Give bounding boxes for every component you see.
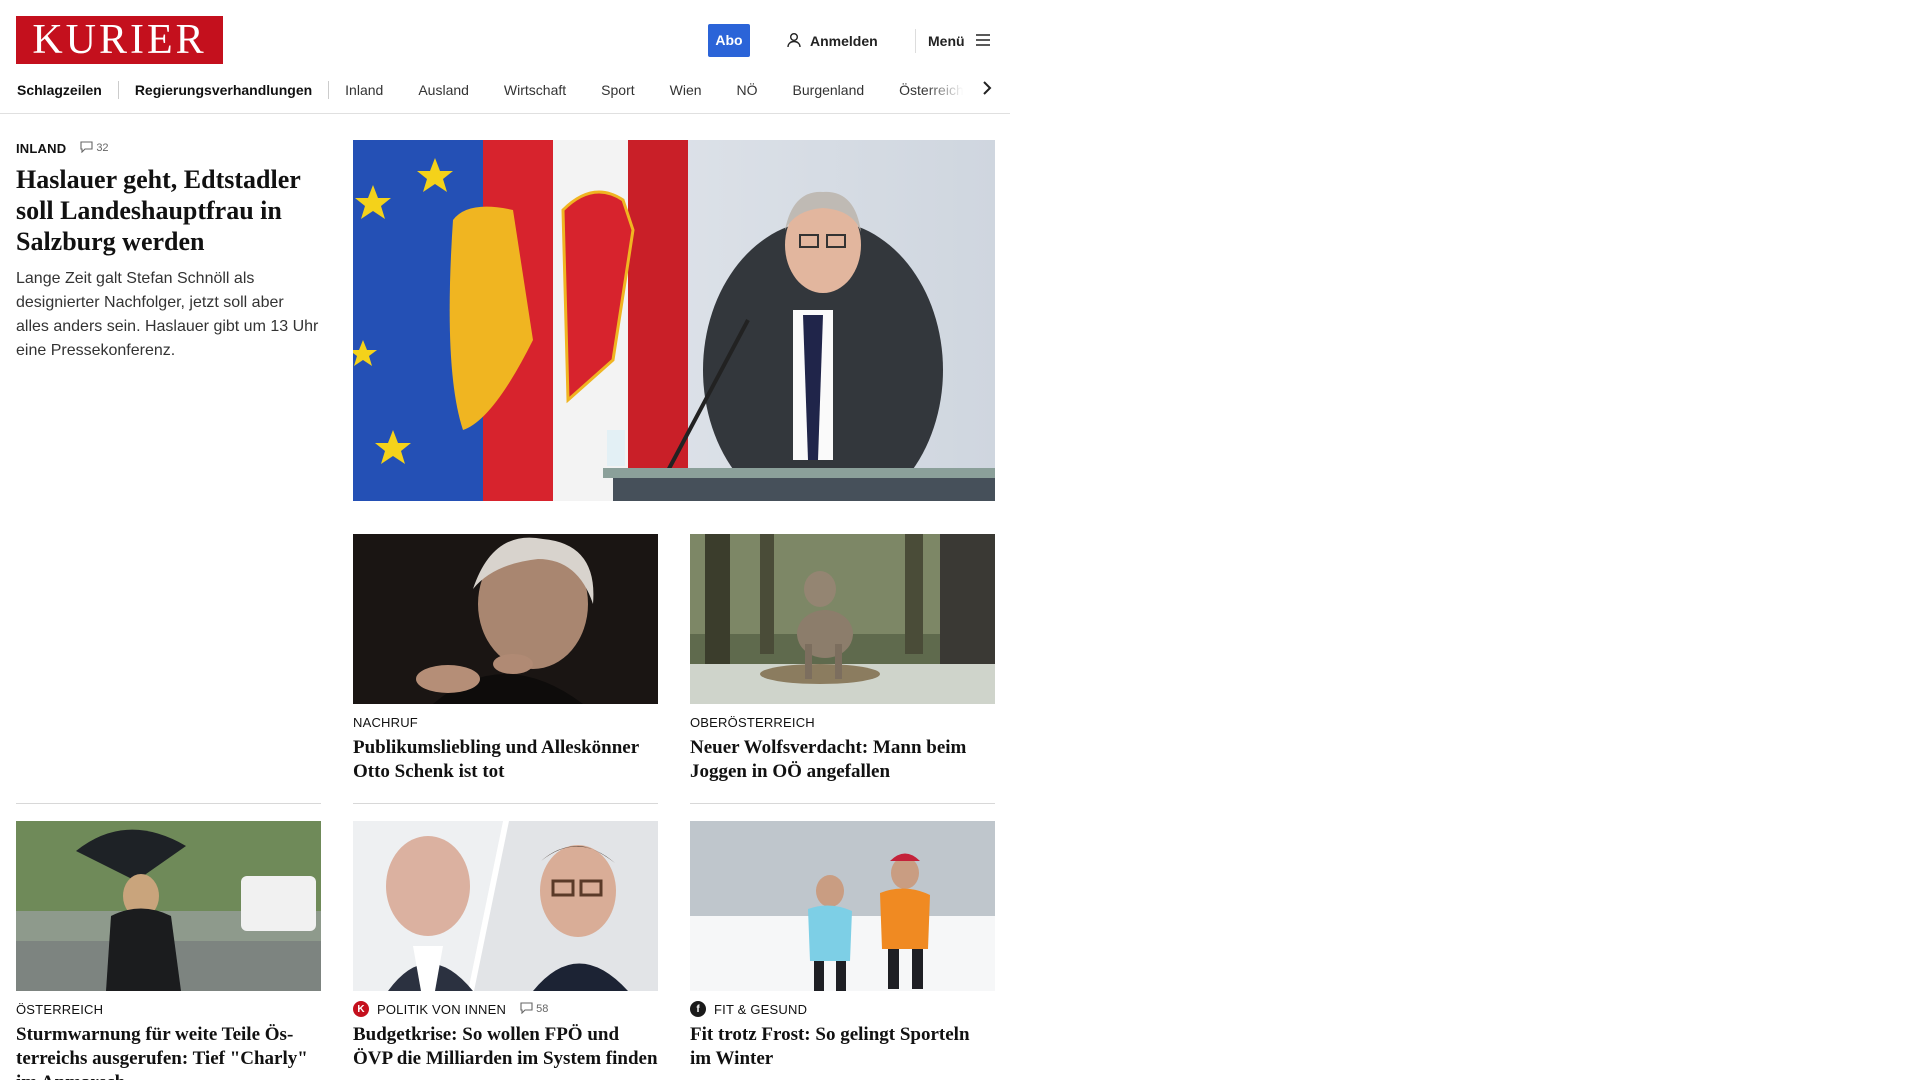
lead-teaser: Lange Zeit galt Stefan Schnöll als desig… bbox=[16, 270, 319, 359]
article-headline[interactable]: Neuer Wolfsverdacht: Mann beim Joggen in… bbox=[690, 736, 995, 784]
article-card[interactable]: f FIT & GESUND Fit trotz Frost: So gelin… bbox=[690, 821, 995, 1071]
article-kicker[interactable]: FIT & GESUND bbox=[714, 1002, 807, 1017]
comment-icon bbox=[520, 1001, 533, 1017]
nav-item-noe[interactable]: NÖ bbox=[737, 82, 793, 98]
nav-item-sport[interactable]: Sport bbox=[601, 82, 669, 98]
article-image[interactable] bbox=[353, 534, 658, 704]
lead-article[interactable]: INLAND 32 Haslauer geht, Edtstadler soll… bbox=[16, 138, 321, 363]
nav-item-burgenland[interactable]: Burgenland bbox=[793, 82, 900, 98]
article-image[interactable] bbox=[690, 534, 995, 704]
user-icon bbox=[786, 32, 802, 51]
login-button[interactable]: Anmelden bbox=[786, 29, 878, 53]
k-badge-icon: K bbox=[353, 1001, 369, 1017]
article-card[interactable]: K POLITIK VON INNEN 58 Budgetkrise: So w… bbox=[353, 821, 658, 1071]
abo-button[interactable]: Abo bbox=[708, 24, 750, 57]
nav-item-regierungsverhandlungen[interactable]: Regierungsverhandlungen bbox=[135, 82, 328, 98]
comment-count[interactable]: 32 bbox=[80, 140, 109, 156]
header-divider bbox=[915, 29, 916, 53]
article-headline[interactable]: Fit trotz Frost: So gelingt Sporteln im … bbox=[690, 1023, 995, 1071]
nav-item-inland[interactable]: Inland bbox=[345, 82, 418, 98]
article-card[interactable]: OBERÖSTERREICH Neuer Wolfsverdacht: Mann… bbox=[690, 534, 995, 784]
article-kicker[interactable]: POLITIK VON INNEN bbox=[377, 1002, 506, 1017]
f-badge-icon: f bbox=[690, 1001, 706, 1017]
article-kicker[interactable]: NACHRUF bbox=[353, 715, 418, 730]
menu-label: Menü bbox=[928, 33, 965, 49]
nav-item-wien[interactable]: Wien bbox=[670, 82, 737, 98]
nav-scroll-right-button[interactable] bbox=[975, 78, 999, 102]
comment-count[interactable]: 58 bbox=[520, 1001, 549, 1017]
article-headline[interactable]: Publikumsliebling und Alleskön­ner Otto … bbox=[353, 736, 658, 784]
divider bbox=[353, 803, 658, 804]
comment-icon bbox=[80, 140, 93, 156]
chevron-right-icon bbox=[981, 80, 993, 101]
lead-headline[interactable]: Haslauer geht, Edtstadler soll Landeshau… bbox=[16, 164, 321, 257]
nav-item-schlagzeilen[interactable]: Schlagzeilen bbox=[17, 82, 118, 98]
kurier-homepage: KURIER Abo Anmelden Menü Schlagzeilen Re… bbox=[0, 0, 1010, 1080]
menu-button[interactable]: Menü bbox=[928, 29, 991, 53]
comment-count-value: 32 bbox=[96, 142, 109, 154]
article-image[interactable] bbox=[690, 821, 995, 991]
article-card[interactable]: ÖSTERREICH Sturmwarnung für weite Teile … bbox=[16, 821, 321, 1080]
nav-item-ausland[interactable]: Ausland bbox=[418, 82, 504, 98]
nav-divider bbox=[328, 81, 330, 99]
site-header: KURIER Abo Anmelden Menü bbox=[0, 0, 1010, 78]
divider bbox=[690, 803, 995, 804]
kurier-logo[interactable]: KURIER bbox=[16, 16, 223, 64]
nav-divider bbox=[117, 81, 119, 99]
article-kicker[interactable]: ÖSTERREICH bbox=[16, 1002, 103, 1017]
article-image[interactable] bbox=[16, 821, 321, 991]
article-headline[interactable]: Sturmwarnung für weite Teile Ös­terreich… bbox=[16, 1023, 321, 1080]
lead-article-image[interactable] bbox=[353, 140, 995, 501]
article-card[interactable]: NACHRUF Publikumsliebling und Alleskön­n… bbox=[353, 534, 658, 784]
section-nav: Schlagzeilen Regierungsverhandlungen Inl… bbox=[0, 78, 1010, 114]
hamburger-icon bbox=[975, 33, 991, 50]
article-kicker[interactable]: OBERÖSTERREICH bbox=[690, 715, 815, 730]
divider bbox=[16, 803, 321, 804]
article-headline[interactable]: Budgetkrise: So wollen FPÖ und ÖVP die M… bbox=[353, 1023, 658, 1071]
nav-item-wirtschaft[interactable]: Wirtschaft bbox=[504, 82, 601, 98]
comment-count-value: 58 bbox=[536, 1003, 549, 1015]
article-image[interactable] bbox=[353, 821, 658, 991]
login-label: Anmelden bbox=[810, 33, 878, 49]
article-kicker[interactable]: INLAND bbox=[16, 141, 66, 156]
